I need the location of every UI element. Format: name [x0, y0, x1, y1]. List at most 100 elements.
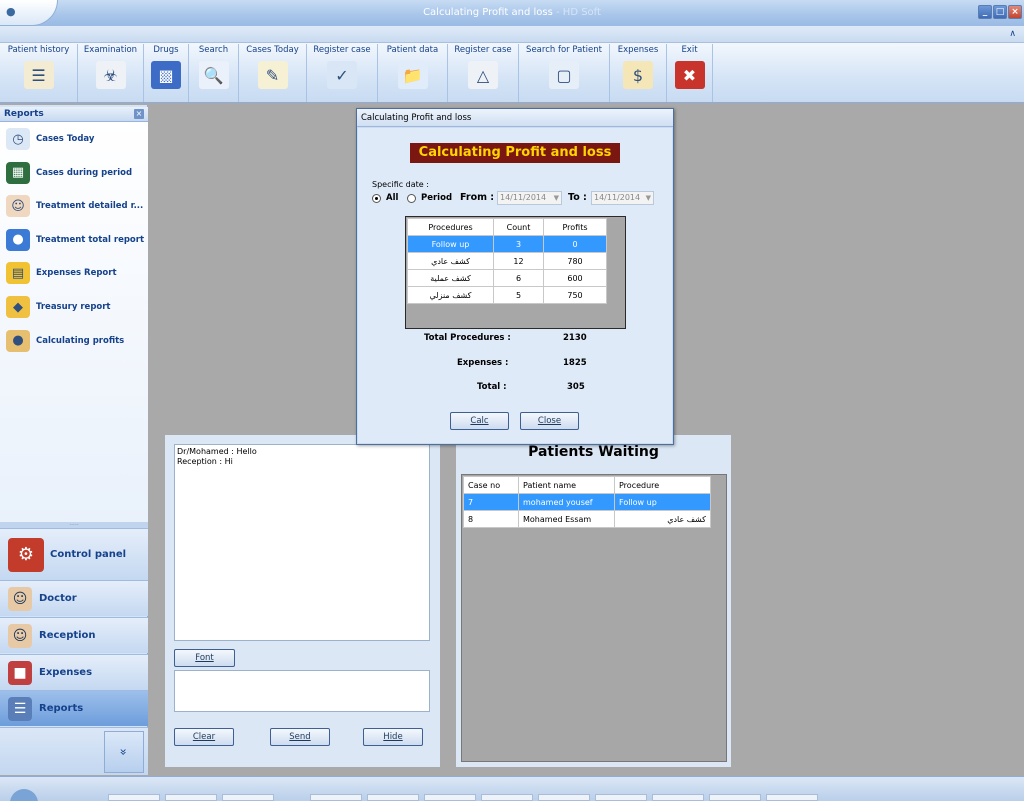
- report-item[interactable]: ● Treatment total report: [6, 228, 146, 252]
- nav-expenses[interactable]: ■ Expenses: [0, 654, 148, 690]
- taskbar-item[interactable]: [424, 794, 476, 801]
- taskbar-item[interactable]: [310, 794, 362, 801]
- patients-waiting-title: Patients Waiting: [528, 444, 659, 460]
- taskbar-item[interactable]: [766, 794, 818, 801]
- send-button[interactable]: Send: [270, 728, 330, 746]
- table-row[interactable]: 7 mohamed yousef Follow up: [463, 493, 711, 511]
- column-header-case-no[interactable]: Case no: [463, 476, 519, 494]
- column-header-procedure[interactable]: Procedure: [614, 476, 711, 494]
- patient-name-cell: Mohamed Essam: [518, 510, 615, 528]
- ribbon-group-search[interactable]: Search 🔍: [189, 44, 239, 102]
- search-icon[interactable]: 🔍: [198, 61, 229, 89]
- table-row[interactable]: 8 Mohamed Essam كشف عادي: [463, 510, 711, 528]
- chat-history[interactable]: Dr/Mohamed : Hello Reception : Hi: [174, 444, 430, 641]
- taskbar-item[interactable]: [652, 794, 704, 801]
- clear-button[interactable]: Clear: [174, 728, 234, 746]
- ribbon-group-patient-data[interactable]: Patient data 📁: [378, 44, 448, 102]
- close-window-button[interactable]: ×: [1008, 5, 1022, 19]
- expenses-value: 1825: [563, 358, 587, 368]
- taskbar-item[interactable]: [538, 794, 590, 801]
- patient-history-icon[interactable]: ☰: [23, 61, 54, 89]
- report-item[interactable]: ● Calculating profits: [6, 329, 146, 353]
- column-header-count[interactable]: Count: [493, 218, 544, 236]
- ribbon-group-exit[interactable]: Exit ✖: [667, 44, 713, 102]
- ribbon-group-search-for-patient[interactable]: Search for Patient ▢: [519, 44, 610, 102]
- ribbon-group-label: Examination: [83, 45, 138, 55]
- column-header-profits[interactable]: Profits: [543, 218, 607, 236]
- collapse-ribbon-icon[interactable]: ∧: [1009, 29, 1016, 39]
- minimize-button[interactable]: _: [978, 5, 992, 19]
- to-date-value: 14/11/2014: [594, 193, 641, 202]
- total-procedures-value: 2130: [563, 333, 587, 343]
- procedure-cell: كشف عملية: [407, 269, 494, 287]
- period-radio[interactable]: [407, 194, 416, 203]
- taskbar-item[interactable]: [709, 794, 761, 801]
- nav-reception[interactable]: ☺ Reception: [0, 617, 148, 653]
- nav-doctor[interactable]: ☺ Doctor: [0, 580, 148, 616]
- report-item[interactable]: ☺ Treatment detailed r...: [6, 194, 146, 218]
- ribbon-group-label: Drugs: [153, 45, 179, 55]
- register-case-2-icon[interactable]: △: [468, 61, 498, 89]
- taskbar-item[interactable]: [595, 794, 647, 801]
- count-cell: 5: [493, 286, 544, 304]
- nav-more-button[interactable]: »: [104, 731, 144, 773]
- ribbon-group-label: Search: [198, 45, 229, 55]
- exit-icon[interactable]: ✖: [674, 61, 705, 89]
- from-date-picker[interactable]: 14/11/2014 ▼: [497, 191, 562, 205]
- report-item[interactable]: ◆ Treasury report: [6, 295, 146, 319]
- procedures-grid: Procedures Count Profits Follow up 3 0 ك…: [405, 216, 626, 329]
- all-radio-label[interactable]: All: [386, 193, 398, 203]
- nav-reports[interactable]: ☰ Reports: [0, 690, 148, 726]
- chat-message-input[interactable]: [174, 670, 430, 712]
- register-case-icon[interactable]: ✓: [327, 61, 357, 89]
- reports-pane-header: Reports ×: [0, 107, 148, 122]
- maximize-button[interactable]: □: [993, 5, 1007, 19]
- report-item[interactable]: ◷ Cases Today: [6, 127, 146, 151]
- period-radio-label[interactable]: Period: [421, 193, 452, 203]
- font-button[interactable]: Font: [174, 649, 235, 667]
- procedure-cell: Follow up: [614, 493, 711, 511]
- drugs-icon[interactable]: ▩: [151, 61, 181, 89]
- column-header-patient-name[interactable]: Patient name: [518, 476, 615, 494]
- ribbon-group-register-case[interactable]: Register case ✓: [307, 44, 378, 102]
- reports-pane-title: Reports: [4, 109, 44, 119]
- ribbon-group-examination[interactable]: Examination ☣: [78, 44, 144, 102]
- taskbar-item[interactable]: [367, 794, 419, 801]
- report-item[interactable]: ▦ Cases during period: [6, 161, 146, 185]
- window-title: Calculating Profit and loss - HD Soft: [423, 7, 601, 18]
- ribbon-group-cases-today[interactable]: Cases Today ✎: [239, 44, 307, 102]
- table-row[interactable]: كشف منزلي 5 750: [407, 286, 607, 304]
- cases-today-icon[interactable]: ✎: [257, 61, 288, 89]
- from-date-value: 14/11/2014: [500, 193, 547, 202]
- reports-icon: ☰: [8, 696, 32, 721]
- profit-cell: 0: [543, 235, 607, 253]
- ribbon-group-label: Cases Today: [246, 45, 299, 55]
- patient-data-icon[interactable]: 📁: [397, 61, 428, 89]
- hide-button[interactable]: Hide: [363, 728, 423, 746]
- ribbon-group-expenses[interactable]: Expenses $: [610, 44, 667, 102]
- ribbon-group-patient-history[interactable]: Patient history ☰: [0, 44, 78, 102]
- clock-icon: ◷: [6, 128, 30, 150]
- close-pane-icon[interactable]: ×: [134, 109, 144, 119]
- all-radio[interactable]: [372, 194, 381, 203]
- column-header-procedures[interactable]: Procedures: [407, 218, 494, 236]
- taskbar-item[interactable]: [165, 794, 217, 801]
- table-row[interactable]: Follow up 3 0: [407, 235, 607, 253]
- taskbar-item[interactable]: [108, 794, 160, 801]
- to-date-picker[interactable]: 14/11/2014 ▼: [591, 191, 654, 205]
- table-row[interactable]: كشف عملية 6 600: [407, 269, 607, 287]
- nav-control-panel[interactable]: ⚙ Control panel: [0, 528, 148, 580]
- money-bag-icon[interactable]: $: [623, 61, 653, 89]
- taskbar-item[interactable]: [481, 794, 533, 801]
- calc-button[interactable]: Calc: [450, 412, 509, 430]
- report-item[interactable]: ▤ Expenses Report: [6, 261, 146, 285]
- table-row[interactable]: كشف عادي 12 780: [407, 252, 607, 270]
- examination-icon[interactable]: ☣: [95, 61, 126, 89]
- search-patient-icon[interactable]: ▢: [549, 61, 579, 89]
- quick-access-bar: [0, 26, 1024, 43]
- ribbon-group-register-case[interactable]: Register case △: [448, 44, 519, 102]
- ribbon-group-drugs[interactable]: Drugs ▩: [144, 44, 189, 102]
- patients-waiting-grid: Case no Patient name Procedure 7 mohamed…: [461, 474, 727, 762]
- dialog-close-button[interactable]: Close: [520, 412, 579, 430]
- taskbar-item[interactable]: [222, 794, 274, 801]
